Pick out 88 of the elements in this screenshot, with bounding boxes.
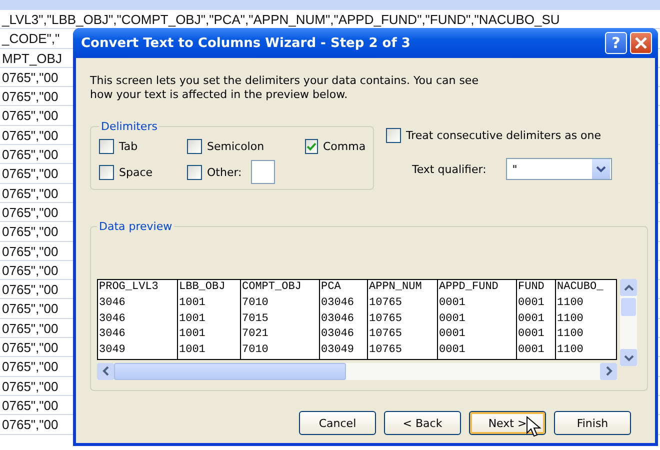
cell-text: 0765","00 [2,417,58,432]
table-cell-text: 1100 [556,312,584,327]
cell-text: 0765","00 [2,359,58,374]
column-header[interactable]: NACUBO_ [556,280,613,296]
delimiter-checkbox[interactable]: Tab [99,135,187,157]
table-cell-text: 1100 [556,296,584,311]
cell-text: 0765","00 [2,340,58,356]
table-cell: 1001 [178,327,241,344]
table-cell: 10765 [368,327,438,344]
table-cell: 10765 [368,343,438,359]
table-cell: 0001 [517,296,556,312]
table-cell: 0001 [438,343,517,359]
column-header[interactable]: PROG_LVL3 [98,280,178,296]
table-cell: 0001 [517,312,556,328]
delimiter-checkbox[interactable]: Semicolon [187,135,305,157]
treat-consecutive-checkbox[interactable]: Treat consecutive delimiters as one [386,124,612,146]
scrollbar-thumb[interactable] [114,362,346,380]
dialog-button[interactable]: Next > [469,411,546,435]
cell-text: 0765","00 [2,282,58,298]
cell-text: 0765","00 [2,186,58,201]
delimiter-checkbox[interactable]: Comma [305,135,365,157]
cell-text: 0765","00 [2,244,58,259]
close-button[interactable] [630,32,652,54]
table-cell: 3046 [98,312,178,328]
cell-text: 0765","00 [2,70,58,85]
cell-text: MPT_OBJ [2,50,62,66]
window-title: Convert Text to Columns Wizard - Step 2 of 3 [81,36,410,50]
vertical-scrollbar[interactable] [620,279,637,366]
cell-text: _LVL3","LBB_OBJ","COMPT_OBJ","PCA","APPN_NUM","APPD_FUND","FUND","NACUBO_SU [2,12,560,27]
column-header[interactable]: APPD_FUND [438,280,517,296]
table-cell-text: 1100 [556,343,584,358]
cell-text: 0765","00 [2,378,58,394]
table-cell: 0001 [438,296,517,312]
table-cell: 1001 [178,312,241,328]
cell-text: _CODE"," [2,31,60,46]
table-cell: 7010 [241,296,320,312]
delimiter-checkbox[interactable]: Space [99,161,187,183]
table-cell: 3046 [98,296,178,312]
cell-text: 0765","00 [2,128,58,143]
table-cell: 03046 [320,296,368,312]
mouse-cursor-icon [526,416,542,438]
cell-text: 0765","00 [2,147,58,162]
column-header[interactable]: LBB_OBJ [178,280,241,296]
column-header[interactable]: FUND [517,280,556,296]
table-cell: 03046 [320,327,368,344]
table-cell: 3046 [98,327,178,344]
table-cell: 3049 [98,343,178,359]
cell-text: 0765","00 [2,108,58,124]
close-icon [634,36,648,50]
dialog-button[interactable]: < Back [384,411,461,435]
cell-text: 0765","00 [2,262,58,278]
table-cell: 7010 [241,343,320,359]
qualifier-label: Text qualifier: [412,162,486,176]
help-button[interactable]: ? [605,32,627,54]
cell-text: 0765","00 [2,301,58,316]
table-cell: 0001 [438,312,517,328]
column-header[interactable]: COMPT_OBJ [241,280,320,296]
table-cell: 10765 [368,312,438,328]
delimiter-checkbox[interactable]: Other: [187,161,305,183]
column-header[interactable]: APPN_NUM [368,280,438,296]
cell-text: 0765","00 [2,398,58,413]
group-label: Delimiters [100,120,158,133]
description-text: This screen lets you set the delimiters your data contains. You can see how your text is affected in the preview below. [90,74,480,102]
table-cell: 03046 [320,312,368,328]
table-cell: 1001 [178,296,241,312]
table-cell: 1001 [178,343,241,359]
other-input-field[interactable] [250,160,275,184]
dialog-button[interactable]: Finish [554,411,631,435]
cell-text: 0765","00 [2,204,58,220]
table-cell: 7015 [241,312,320,328]
dialog-button[interactable]: Cancel [299,411,376,435]
table-cell-text: 1100 [556,327,584,342]
checkmark-icon [306,140,317,152]
cell-text: 0765","00 [2,89,58,104]
cell-text: 0765","00 [2,166,58,182]
qualifier-dropdown[interactable]: " [506,158,612,180]
table-cell: 0001 [438,327,517,344]
table-cell: 03049 [320,343,368,359]
cell-text: 0765","00 [2,320,58,336]
table-cell: 10765 [368,296,438,312]
table-cell: 0001 [517,327,556,344]
table-cell: 7021 [241,327,320,344]
group-label: Data preview [98,220,174,233]
horizontal-scrollbar[interactable] [97,362,617,380]
cell-text: 0765","00 [2,224,58,240]
column-header[interactable]: PCA [320,280,368,296]
scrollbar-thumb[interactable] [621,298,636,316]
table-cell: 0001 [517,343,556,359]
